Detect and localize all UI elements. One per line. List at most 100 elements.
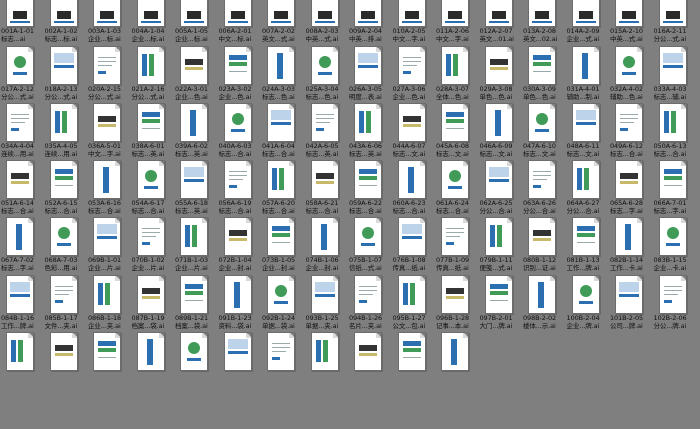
file-thumbnail[interactable] [615,217,643,256]
file-thumbnail[interactable] [6,46,34,85]
file-thumbnail[interactable] [180,46,208,85]
file-thumbnail[interactable] [397,160,426,199]
file-thumbnail[interactable] [223,103,252,142]
file-thumbnail[interactable] [397,332,426,371]
file-thumbnail[interactable] [267,46,295,85]
file-thumbnail[interactable] [49,275,78,314]
file-thumbnail[interactable] [397,46,426,85]
file-thumbnail[interactable] [528,103,556,142]
file-thumbnail[interactable] [441,103,469,142]
file-thumbnail[interactable] [484,46,513,85]
file-thumbnail[interactable] [180,217,208,256]
file-thumbnail[interactable] [93,46,121,85]
file-thumbnail[interactable] [571,46,600,85]
file-thumbnail[interactable] [267,217,295,256]
file-thumbnail[interactable] [354,46,382,85]
file-thumbnail[interactable] [354,0,382,27]
file-thumbnail[interactable] [310,160,339,199]
file-thumbnail[interactable] [571,160,600,199]
file-thumbnail[interactable] [136,103,165,142]
file-thumbnail[interactable] [615,275,643,314]
file-thumbnail[interactable] [658,46,687,85]
file-thumbnail[interactable] [6,160,34,199]
file-thumbnail[interactable] [49,217,78,256]
file-thumbnail[interactable] [6,275,34,314]
file-thumbnail[interactable] [93,103,121,142]
file-thumbnail[interactable] [180,0,208,27]
file-thumbnail[interactable] [310,332,339,371]
file-thumbnail[interactable] [49,332,78,371]
file-thumbnail[interactable] [615,160,643,199]
file-thumbnail[interactable] [354,275,382,314]
file-thumbnail[interactable] [397,103,426,142]
file-thumbnail[interactable] [136,275,165,314]
file-thumbnail[interactable] [223,0,252,27]
file-thumbnail[interactable] [136,160,165,199]
file-thumbnail[interactable] [484,103,513,142]
file-thumbnail[interactable] [484,275,513,314]
file-thumbnail[interactable] [267,0,295,27]
file-thumbnail[interactable] [180,332,208,371]
file-thumbnail[interactable] [6,0,34,27]
file-thumbnail[interactable] [267,160,295,199]
file-thumbnail[interactable] [658,217,687,256]
file-thumbnail[interactable] [658,0,687,27]
file-thumbnail[interactable] [6,332,34,371]
file-thumbnail[interactable] [223,160,252,199]
file-thumbnail[interactable] [658,103,687,142]
file-thumbnail[interactable] [484,217,513,256]
file-thumbnail[interactable] [615,103,643,142]
file-thumbnail[interactable] [528,275,556,314]
file-thumbnail[interactable] [528,46,556,85]
file-thumbnail[interactable] [441,160,469,199]
file-thumbnail[interactable] [441,46,469,85]
file-thumbnail[interactable] [615,46,643,85]
file-thumbnail[interactable] [49,103,78,142]
file-thumbnail[interactable] [310,103,339,142]
file-thumbnail[interactable] [310,0,339,27]
file-thumbnail[interactable] [354,103,382,142]
file-thumbnail[interactable] [310,275,339,314]
file-thumbnail[interactable] [441,275,469,314]
file-thumbnail[interactable] [93,0,121,27]
file-thumbnail[interactable] [223,332,252,371]
file-thumbnail[interactable] [180,275,208,314]
file-thumbnail[interactable] [354,332,382,371]
file-thumbnail[interactable] [6,103,34,142]
file-thumbnail[interactable] [397,275,426,314]
file-thumbnail[interactable] [93,160,121,199]
file-thumbnail[interactable] [354,217,382,256]
file-thumbnail[interactable] [571,275,600,314]
file-thumbnail[interactable] [49,46,78,85]
file-thumbnail[interactable] [528,217,556,256]
file-thumbnail[interactable] [93,275,121,314]
file-thumbnail[interactable] [267,332,295,371]
file-thumbnail[interactable] [136,46,165,85]
file-thumbnail[interactable] [658,160,687,199]
file-thumbnail[interactable] [658,275,687,314]
file-thumbnail[interactable] [571,0,600,27]
file-thumbnail[interactable] [223,275,252,314]
file-thumbnail[interactable] [528,160,556,199]
file-thumbnail[interactable] [136,332,165,371]
file-thumbnail[interactable] [484,0,513,27]
file-thumbnail[interactable] [267,103,295,142]
file-thumbnail[interactable] [310,46,339,85]
file-thumbnail[interactable] [136,217,165,256]
file-thumbnail[interactable] [93,217,121,256]
file-thumbnail[interactable] [180,103,208,142]
file-thumbnail[interactable] [615,0,643,27]
file-thumbnail[interactable] [223,46,252,85]
file-thumbnail[interactable] [441,332,469,371]
file-thumbnail[interactable] [354,160,382,199]
file-thumbnail[interactable] [6,217,34,256]
file-thumbnail[interactable] [49,160,78,199]
file-thumbnail[interactable] [571,103,600,142]
file-thumbnail[interactable] [223,217,252,256]
file-thumbnail[interactable] [441,0,469,27]
file-thumbnail[interactable] [136,0,165,27]
file-thumbnail[interactable] [49,0,78,27]
file-thumbnail[interactable] [571,217,600,256]
file-thumbnail[interactable] [310,217,339,256]
file-thumbnail[interactable] [528,0,556,27]
